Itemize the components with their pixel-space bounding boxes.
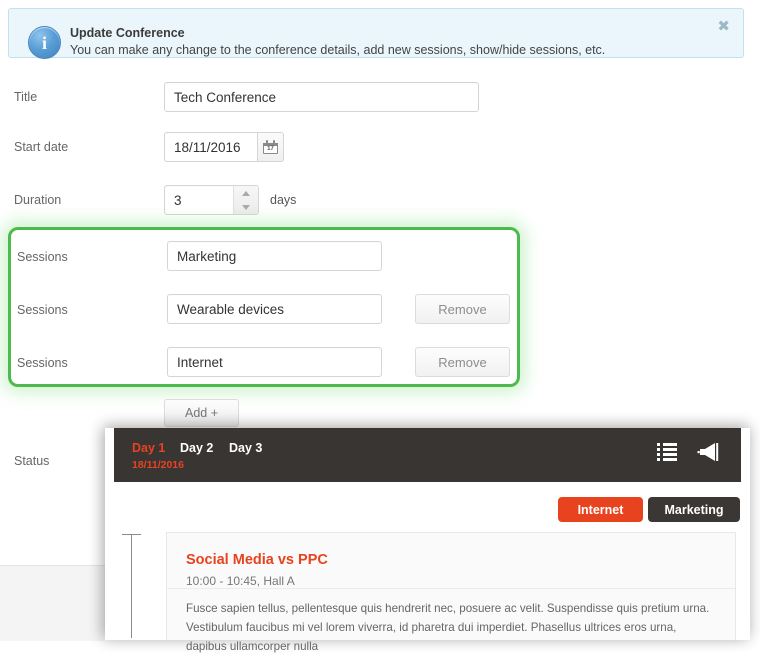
title-input[interactable] <box>164 82 479 112</box>
list-icon[interactable] <box>657 442 677 461</box>
session-card-header: Social Media vs PPC 10:00 - 10:45, Hall … <box>167 533 735 589</box>
title-label: Title <box>14 90 38 104</box>
megaphone-icon[interactable] <box>697 442 721 462</box>
info-icon: i <box>28 26 61 59</box>
form-row-title: Title <box>0 80 520 114</box>
session-card-meta: 10:00 - 10:45, Hall A <box>186 574 295 588</box>
tag-button-internet[interactable]: Internet <box>558 497 643 522</box>
spinner-up-icon[interactable] <box>234 186 258 200</box>
day-tabs-bar: Day 1 Day 2 Day 3 18/11/2016 <box>114 428 741 482</box>
start-date-input[interactable] <box>164 132 258 162</box>
session-label: Sessions <box>17 356 68 370</box>
tab-day-2[interactable]: Day 2 <box>180 441 213 455</box>
start-date-label: Start date <box>14 140 69 154</box>
info-icon-glyph: i <box>41 32 47 53</box>
tab-day-3[interactable]: Day 3 <box>229 441 262 455</box>
duration-unit-label: days <box>270 193 297 207</box>
duration-stepper <box>164 185 259 215</box>
session-card-body: Fusce sapien tellus, pellentesque quis h… <box>186 602 710 653</box>
session-row: Sessions Remove <box>11 294 523 326</box>
banner-description: You can make any change to the conferenc… <box>70 43 606 57</box>
session-card[interactable]: Social Media vs PPC 10:00 - 10:45, Hall … <box>166 532 736 653</box>
session-input[interactable] <box>167 347 382 377</box>
session-card-title: Social Media vs PPC <box>186 552 328 568</box>
banner-title: Update Conference <box>70 26 185 40</box>
form-row-start-date: Start date 17 <box>0 130 520 164</box>
status-label: Status <box>14 454 50 468</box>
session-label: Sessions <box>17 250 68 264</box>
calendar-glyph: 17 <box>263 140 278 154</box>
timeline-line <box>131 534 132 638</box>
form-row-duration: Duration days <box>0 183 520 217</box>
info-banner: i Update Conference You can make any cha… <box>8 8 744 59</box>
calendar-day-number: 17 <box>267 146 274 152</box>
sessions-highlight-box: Sessions Sessions Remove Sessions Remove <box>8 227 520 387</box>
page-background-fold <box>0 565 105 641</box>
close-icon[interactable]: ✖ <box>713 17 734 36</box>
tag-button-marketing[interactable]: Marketing <box>648 497 740 522</box>
session-label: Sessions <box>17 303 68 317</box>
session-input[interactable] <box>167 241 382 271</box>
calendar-icon[interactable]: 17 <box>257 132 284 162</box>
day-date-label: 18/11/2016 <box>132 459 184 471</box>
session-input[interactable] <box>167 294 382 324</box>
add-session-button[interactable]: Add + <box>164 399 239 427</box>
remove-session-button[interactable]: Remove <box>415 294 510 324</box>
start-date-group: 17 <box>164 132 284 162</box>
session-row: Sessions Remove <box>11 347 523 379</box>
duration-label: Duration <box>14 193 62 207</box>
duration-spinner <box>233 186 258 214</box>
tab-day-1[interactable]: Day 1 <box>132 441 165 455</box>
remove-session-button[interactable]: Remove <box>415 347 510 377</box>
session-row: Sessions <box>11 241 523 273</box>
spinner-down-icon[interactable] <box>234 200 258 214</box>
